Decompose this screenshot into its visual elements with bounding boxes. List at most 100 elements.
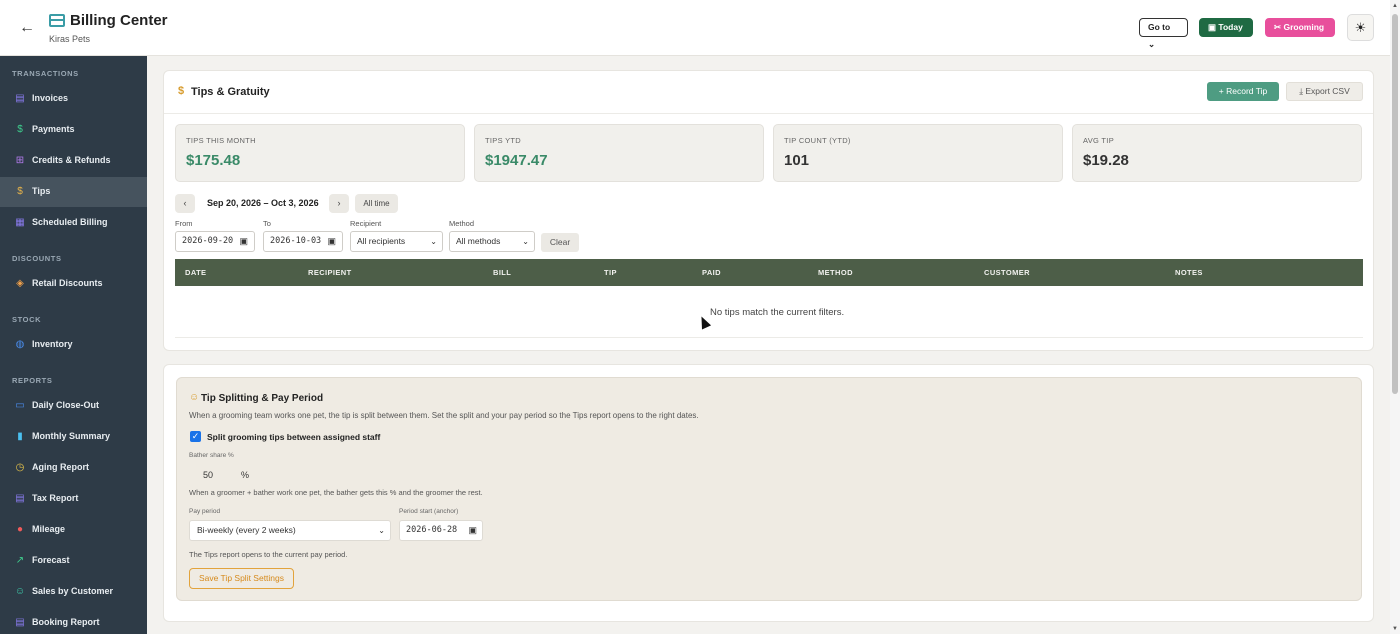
section-stock: STOCK <box>12 315 42 324</box>
export-label: Export CSV <box>1305 86 1350 96</box>
stat-value: $175.48 <box>186 152 241 169</box>
tip-split-card: ☺ Tip Splitting & Pay Period When a groo… <box>163 364 1374 622</box>
col-bill[interactable]: BILL <box>493 268 511 277</box>
download-icon: ⤓ <box>1299 86 1303 96</box>
today-button[interactable]: ▣ Today <box>1199 18 1253 37</box>
stat-label: TIP COUNT (YTD) <box>784 136 851 145</box>
sidebar-item-aging-report[interactable]: ◷ Aging Report <box>0 453 147 483</box>
section-discounts: DISCOUNTS <box>12 254 62 263</box>
col-paid[interactable]: PAID <box>702 268 721 277</box>
from-label: From <box>175 219 193 228</box>
sidebar-item-invoices[interactable]: ▤ Invoices <box>0 84 147 114</box>
to-date-input[interactable]: 2026-10-03 ▣ <box>263 231 343 252</box>
tip-split-title: Tip Splitting & Pay Period <box>201 393 324 404</box>
recipient-label: Recipient <box>350 219 382 228</box>
split-tips-checkbox[interactable]: ✓ <box>190 431 201 442</box>
pay-period-select[interactable]: Bi-weekly (every 2 weeks) ⌄ <box>189 520 391 541</box>
stat-tips-this-month: TIPS THIS MONTH $175.48 <box>175 124 465 182</box>
pay-period-label: Pay period <box>189 508 221 515</box>
sidebar-item-label: Payments <box>32 124 75 134</box>
scroll-thumb[interactable] <box>1392 14 1398 394</box>
col-customer[interactable]: CUSTOMER <box>984 268 1030 277</box>
sidebar-item-forecast[interactable]: ↗ Forecast <box>0 546 147 576</box>
stat-label: TIPS THIS MONTH <box>186 136 256 145</box>
method-value: All methods <box>456 236 501 246</box>
recipient-select[interactable]: All recipients ⌄ <box>350 231 443 252</box>
record-tip-button[interactable]: + Record Tip <box>1207 82 1279 101</box>
sidebar-item-label: Tax Report <box>32 493 79 503</box>
back-arrow-icon[interactable]: ← <box>18 19 36 37</box>
scroll-down-arrow-icon[interactable]: ▼ <box>1392 626 1398 632</box>
from-date-input[interactable]: 2026-09-20 ▣ <box>175 231 255 252</box>
export-csv-button[interactable]: ⤓ Export CSV <box>1286 82 1363 101</box>
scroll-up-arrow-icon[interactable]: ▲ <box>1392 3 1398 9</box>
report-note: The Tips report opens to the current pay… <box>189 550 348 559</box>
tips-title: Tips & Gratuity <box>191 86 270 98</box>
grooming-button[interactable]: ✂ Grooming <box>1265 18 1335 37</box>
document-icon: ▤ <box>15 93 25 104</box>
sidebar-item-label: Daily Close-Out <box>32 400 100 410</box>
sidebar-item-tax-report[interactable]: ▤ Tax Report <box>0 484 147 514</box>
grooming-label: Grooming <box>1283 22 1325 32</box>
sidebar-item-mileage[interactable]: ● Mileage <box>0 515 147 545</box>
period-start-label: Period start (anchor) <box>399 508 459 515</box>
col-date[interactable]: DATE <box>185 268 206 277</box>
sidebar-item-inventory[interactable]: ◍ Inventory <box>0 330 147 360</box>
pay-period-value: Bi-weekly (every 2 weeks) <box>197 525 296 535</box>
sidebar-item-retail-discounts[interactable]: ◈ Retail Discounts <box>0 269 147 299</box>
all-time-button[interactable]: All time <box>355 194 398 213</box>
clipboard-icon: ▭ <box>15 400 25 411</box>
col-method[interactable]: METHOD <box>818 268 853 277</box>
tag-icon: ◈ <box>16 278 24 289</box>
sidebar-item-monthly-summary[interactable]: ▮ Monthly Summary <box>0 422 147 452</box>
prev-period-button[interactable]: ‹ <box>175 194 195 213</box>
sidebar-item-label: Invoices <box>32 93 69 103</box>
tips-card: $ Tips & Gratuity + Record Tip ⤓ Export … <box>163 70 1374 351</box>
col-recipient[interactable]: RECIPIENT <box>308 268 352 277</box>
sidebar-item-payments[interactable]: $ Payments <box>0 115 147 145</box>
section-reports: REPORTS <box>12 376 53 385</box>
sidebar-item-scheduled-billing[interactable]: ▦ Scheduled Billing <box>0 208 147 238</box>
sidebar-item-daily-close-out[interactable]: ▭ Daily Close-Out <box>0 391 147 421</box>
method-select[interactable]: All methods ⌄ <box>449 231 535 252</box>
page-title: Billing Center <box>70 12 168 29</box>
billing-card-icon <box>49 14 65 27</box>
stat-label: TIPS YTD <box>485 136 522 145</box>
calendar-icon: ▣ <box>468 525 477 535</box>
from-date-value: 2026-09-20 <box>182 236 234 246</box>
section-transactions: TRANSACTIONS <box>12 69 79 78</box>
sidebar-item-booking-report[interactable]: ▤ Booking Report <box>0 608 147 634</box>
sidebar-item-credits-refunds[interactable]: ⊞ Credits & Refunds <box>0 146 147 176</box>
sidebar-item-label: Inventory <box>32 339 73 349</box>
page-scrollbar[interactable]: ▲ ▼ <box>1390 0 1400 634</box>
receipt-icon: ▤ <box>15 493 25 504</box>
period-start-value: 2026-06-28 <box>406 525 458 535</box>
users-icon: ☺ <box>14 586 26 597</box>
tips-table-header: DATE RECIPIENT BILL TIP PAID METHOD CUST… <box>175 259 1363 286</box>
sidebar-item-label: Forecast <box>32 555 70 565</box>
bather-share-input[interactable]: 50 <box>189 465 237 485</box>
save-tip-split-button[interactable]: Save Tip Split Settings <box>189 568 294 589</box>
clear-filters-button[interactable]: Clear <box>541 233 579 252</box>
col-tip[interactable]: TIP <box>604 268 617 277</box>
period-start-input[interactable]: 2026-06-28 ▣ <box>399 520 483 541</box>
business-name: Kiras Pets <box>49 34 91 44</box>
goto-button[interactable]: Go to ⌄ <box>1139 18 1188 49</box>
tip-split-panel: ☺ Tip Splitting & Pay Period When a groo… <box>176 377 1362 601</box>
sidebar-item-label: Booking Report <box>32 617 100 627</box>
sidebar-item-tips[interactable]: $ Tips <box>0 177 147 207</box>
calendar-icon: ▦ <box>15 217 25 228</box>
sidebar-item-sales-by-customer[interactable]: ☺ Sales by Customer <box>0 577 147 607</box>
calendar-icon: ▣ <box>1208 22 1217 32</box>
sidebar-item-label: Tips <box>32 186 51 196</box>
theme-toggle-sun-icon[interactable]: ☀ <box>1347 14 1374 41</box>
col-notes[interactable]: NOTES <box>1175 268 1203 277</box>
stat-value: $1947.47 <box>485 152 548 169</box>
next-period-button[interactable]: › <box>329 194 349 213</box>
calendar-icon: ▣ <box>327 236 336 246</box>
scissors-icon: ✂ <box>1274 22 1282 32</box>
sidebar-item-label: Mileage <box>32 524 66 534</box>
stat-tips-ytd: TIPS YTD $1947.47 <box>474 124 764 182</box>
to-date-value: 2026-10-03 <box>270 236 322 246</box>
chevron-down-icon: ⌄ <box>1148 39 1156 49</box>
